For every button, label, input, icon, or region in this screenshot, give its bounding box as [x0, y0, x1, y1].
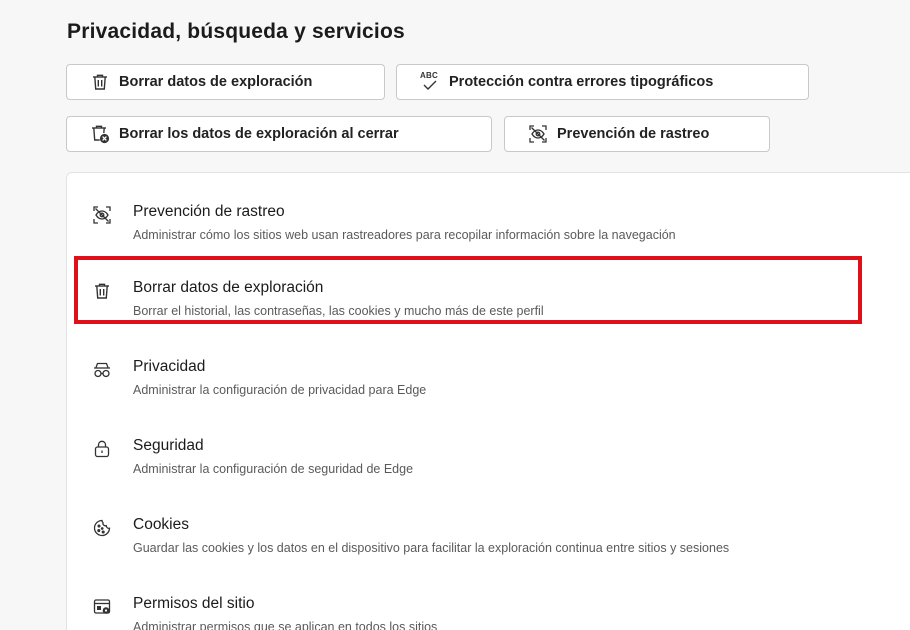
setting-site-permissions[interactable]: Permisos del sitio Administrar permisos … [67, 592, 910, 630]
setting-description: Administrar la configuración de segurida… [133, 462, 414, 476]
incognito-glasses-icon [92, 360, 112, 380]
clear-data-on-close-button[interactable]: Borrar los datos de exploración al cerra… [66, 116, 492, 152]
setting-clear-browsing-data[interactable]: Borrar datos de exploración Borrar el hi… [67, 276, 910, 334]
setting-description: Guardar las cookies y los datos en el di… [133, 541, 730, 555]
chip-label: Borrar los datos de exploración al cerra… [119, 126, 399, 142]
spellcheck-icon: ABC [419, 71, 441, 93]
setting-title: Permisos del sitio [133, 595, 255, 612]
setting-cookies[interactable]: Cookies Guardar las cookies y los datos … [67, 513, 910, 571]
trash-close-icon [89, 123, 111, 145]
site-permissions-icon [92, 597, 112, 617]
setting-description: Administrar cómo los sitios web usan ras… [133, 228, 676, 242]
setting-privacy[interactable]: Privacidad Administrar la configuración … [67, 355, 910, 413]
chip-label: Protección contra errores tipográficos [449, 74, 714, 90]
lock-icon [92, 439, 112, 459]
setting-description: Administrar permisos que se aplican en t… [133, 620, 438, 630]
tracking-prevention-icon [527, 123, 549, 145]
chip-label: Borrar datos de exploración [119, 74, 313, 90]
setting-description: Borrar el historial, las contraseñas, la… [133, 304, 544, 318]
settings-list-card: Prevención de rastreo Administrar cómo l… [66, 172, 910, 630]
setting-tracking-prevention[interactable]: Prevención de rastreo Administrar cómo l… [67, 200, 910, 258]
typo-protection-button[interactable]: ABC Protección contra errores tipográfic… [396, 64, 809, 100]
setting-title: Cookies [133, 516, 189, 533]
trash-icon [89, 71, 111, 93]
setting-title: Borrar datos de exploración [133, 279, 324, 296]
tracking-prevention-button[interactable]: Prevención de rastreo [504, 116, 770, 152]
setting-title: Privacidad [133, 358, 206, 375]
settings-page: Privacidad, búsqueda y servicios Borrar … [0, 0, 910, 630]
setting-description: Administrar la configuración de privacid… [133, 383, 427, 397]
page-title: Privacidad, búsqueda y servicios [67, 20, 405, 43]
trash-icon [92, 281, 112, 301]
setting-title: Seguridad [133, 437, 204, 454]
setting-security[interactable]: Seguridad Administrar la configuración d… [67, 434, 910, 492]
tracking-prevention-icon [92, 205, 112, 225]
cookie-icon [92, 518, 112, 538]
setting-title: Prevención de rastreo [133, 203, 285, 220]
clear-browsing-data-button[interactable]: Borrar datos de exploración [66, 64, 385, 100]
chip-label: Prevención de rastreo [557, 126, 710, 142]
